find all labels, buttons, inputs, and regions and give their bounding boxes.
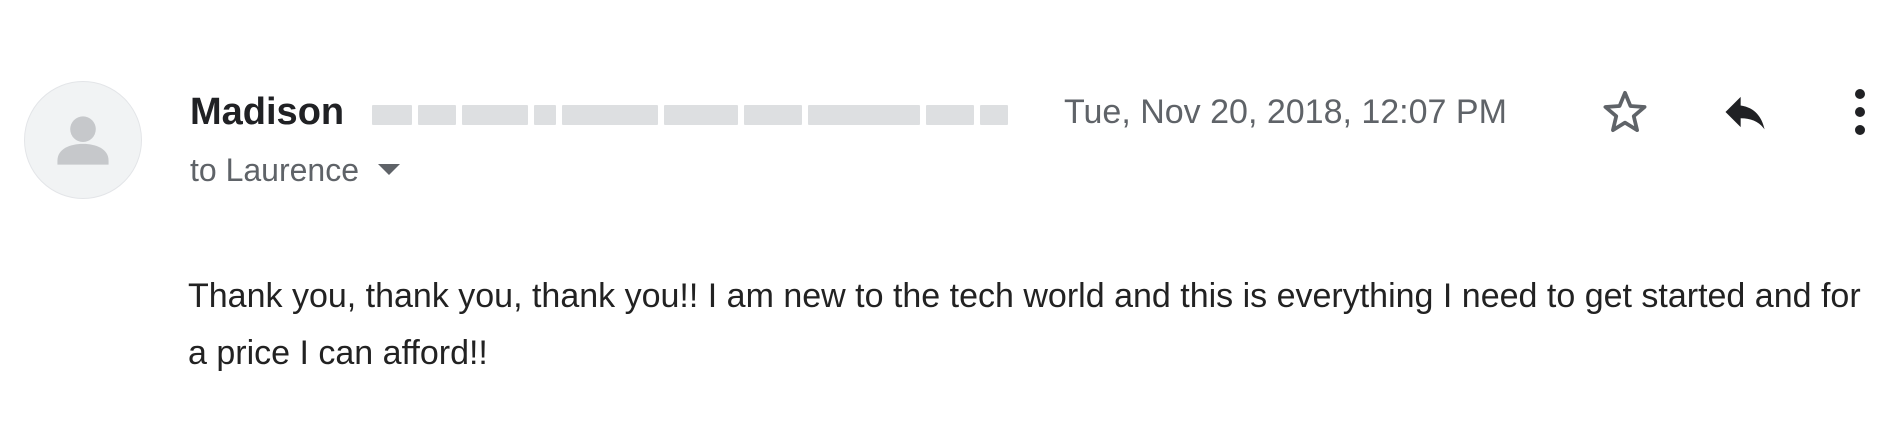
sender-avatar[interactable] — [24, 81, 142, 199]
sender-name[interactable]: Madison — [190, 88, 344, 136]
recipient-label: to Laurence — [190, 152, 360, 188]
star-outline-icon — [1603, 90, 1647, 132]
reply-arrow-icon — [1725, 96, 1765, 130]
message-timestamp: Tue, Nov 20, 2018, 12:07 PM — [1064, 93, 1507, 131]
chevron-down-icon[interactable] — [377, 163, 401, 177]
recipient-details-toggle[interactable]: to Laurence — [190, 148, 401, 192]
reply-button[interactable] — [1715, 82, 1775, 142]
sender-email-redacted — [372, 98, 1012, 132]
star-button[interactable] — [1595, 82, 1655, 142]
message-body: Thank you, thank you, thank you!! I am n… — [188, 277, 1861, 372]
person-icon — [57, 116, 109, 165]
vertical-dots-icon — [1855, 89, 1865, 135]
more-options-button[interactable] — [1834, 82, 1886, 142]
